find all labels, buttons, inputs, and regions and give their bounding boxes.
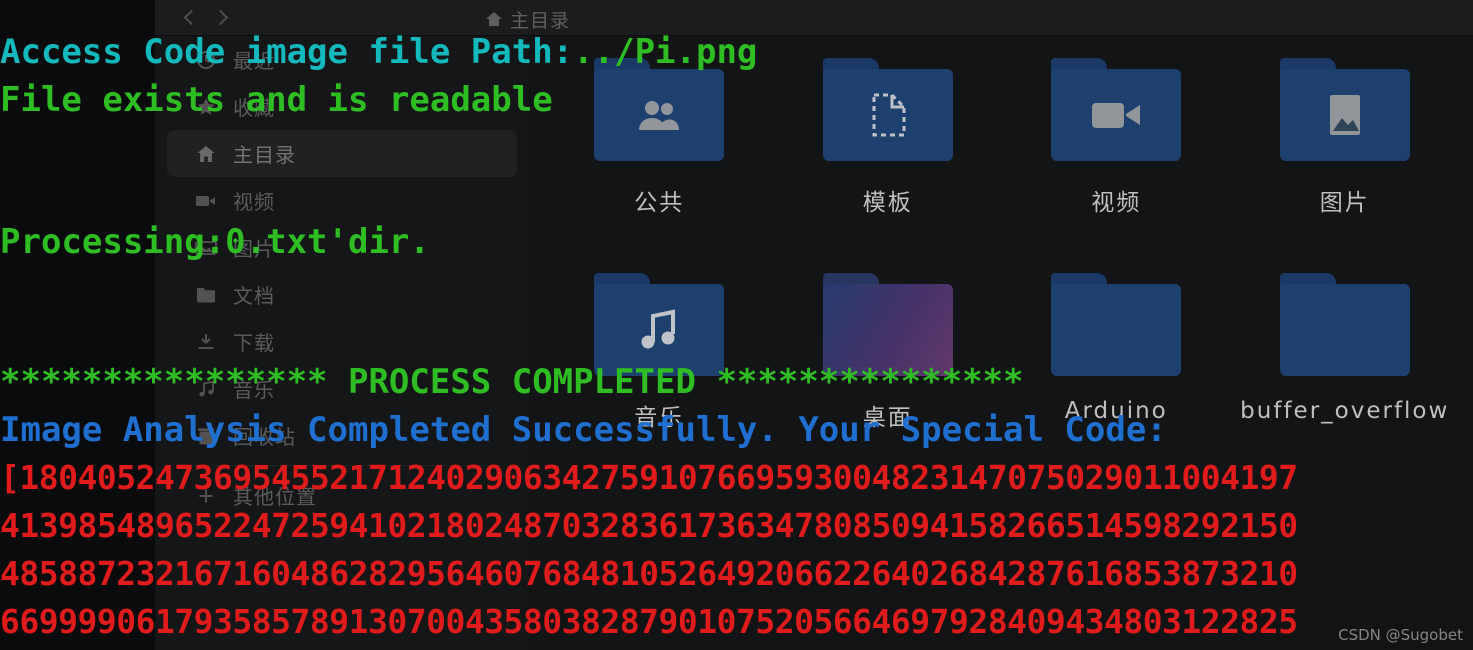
sidebar-item-downloads[interactable]: 下载: [167, 318, 517, 365]
folder-icon: [822, 273, 953, 376]
folder-item-public[interactable]: 公共: [545, 42, 774, 257]
folder-icon: [1279, 58, 1410, 161]
desktop-icon: [823, 284, 953, 376]
sidebar-item-music[interactable]: 音乐: [167, 365, 517, 412]
sidebar-item-label: 回收站: [233, 425, 296, 449]
sidebar-item-other-locations[interactable]: 其他位置: [167, 472, 517, 519]
file-manager-window: 主目录 最近 收藏 主目录 视频 图片 文档 下载 音乐 回收站 其他位置 公共…: [155, 0, 1473, 650]
sidebar-item-recent[interactable]: 最近: [167, 36, 517, 83]
screen: 主目录 最近 收藏 主目录 视频 图片 文档 下载 音乐 回收站 其他位置 公共…: [0, 0, 1473, 650]
sidebar-item-label: 主目录: [233, 143, 296, 167]
folder-label: 桌面: [862, 405, 913, 431]
folder-icon: [822, 58, 953, 161]
image-icon: [1280, 69, 1410, 161]
folder-item-videos[interactable]: 视频: [1002, 42, 1231, 257]
folder-label: buffer_overflow: [1240, 398, 1450, 424]
video-icon: [1051, 69, 1181, 161]
folder-icon: [1279, 273, 1410, 376]
file-manager-headerbar: 主目录: [155, 0, 1473, 36]
home-icon: [195, 144, 217, 164]
sidebar-item-label: 音乐: [233, 378, 275, 402]
sidebar-item-label: 其他位置: [233, 485, 317, 509]
trash-icon: [195, 426, 217, 446]
clock-icon: [195, 50, 217, 70]
folder-label: 公共: [634, 190, 685, 216]
music-icon: [195, 379, 217, 399]
sidebar-item-trash[interactable]: 回收站: [167, 412, 517, 459]
download-icon: [195, 332, 217, 352]
folder-icon: [594, 273, 725, 376]
folder-plain-icon: [1280, 284, 1410, 376]
sidebar-item-label: 收藏: [233, 96, 275, 120]
breadcrumb[interactable]: 主目录: [485, 6, 570, 33]
plus-icon: [195, 486, 217, 506]
sidebar-item-label: 下载: [233, 331, 275, 355]
folder-label: 音乐: [634, 405, 685, 431]
sidebar-item-pictures[interactable]: 图片: [167, 224, 517, 271]
folder-icon: [594, 58, 725, 161]
sidebar-item-starred[interactable]: 收藏: [167, 83, 517, 130]
home-icon: [485, 12, 502, 27]
folder-label: 视频: [1091, 190, 1142, 216]
video-icon: [195, 191, 217, 211]
folder-grid: 公共 模板 视频 图片 音乐 桌面 Arduino buffer_overflo…: [531, 36, 1473, 472]
folder-item-desktop[interactable]: 桌面: [774, 257, 1003, 472]
nav-buttons: [177, 7, 235, 29]
folder-plain-icon: [1051, 284, 1181, 376]
music-icon: [594, 284, 724, 376]
document-icon: [195, 285, 217, 305]
watermark: CSDN @Sugobet: [1338, 626, 1463, 644]
sidebar-item-label: 图片: [233, 237, 275, 261]
folder-icon: [1051, 273, 1182, 376]
folder-label: 图片: [1319, 190, 1370, 216]
back-icon[interactable]: [177, 7, 203, 29]
image-icon: [195, 238, 217, 258]
folder-item-pictures[interactable]: 图片: [1231, 42, 1460, 257]
folder-item-templates[interactable]: 模板: [774, 42, 1003, 257]
folder-label: Arduino: [1064, 398, 1168, 424]
sidebar-item-label: 文档: [233, 284, 275, 308]
breadcrumb-label: 主目录: [510, 10, 571, 32]
folder-icon: [1051, 58, 1182, 161]
template-icon: [823, 69, 953, 161]
file-grid-area: 公共 模板 视频 图片 音乐 桌面 Arduino buffer_overflo…: [531, 36, 1473, 650]
people-icon: [594, 69, 724, 161]
sidebar-item-label: 最近: [233, 49, 275, 73]
sidebar-item-home[interactable]: 主目录: [167, 130, 517, 177]
sidebar: 最近 收藏 主目录 视频 图片 文档 下载 音乐 回收站 其他位置: [155, 36, 530, 650]
sidebar-item-videos[interactable]: 视频: [167, 177, 517, 224]
forward-icon[interactable]: [209, 7, 235, 29]
sidebar-divider: [181, 465, 503, 466]
folder-item-buffer-overflow[interactable]: buffer_overflow: [1231, 257, 1460, 472]
folder-label: 模板: [862, 190, 913, 216]
star-icon: [195, 97, 217, 117]
sidebar-item-label: 视频: [233, 190, 275, 214]
folder-item-arduino[interactable]: Arduino: [1002, 257, 1231, 472]
folder-item-music[interactable]: 音乐: [545, 257, 774, 472]
sidebar-item-documents[interactable]: 文档: [167, 271, 517, 318]
